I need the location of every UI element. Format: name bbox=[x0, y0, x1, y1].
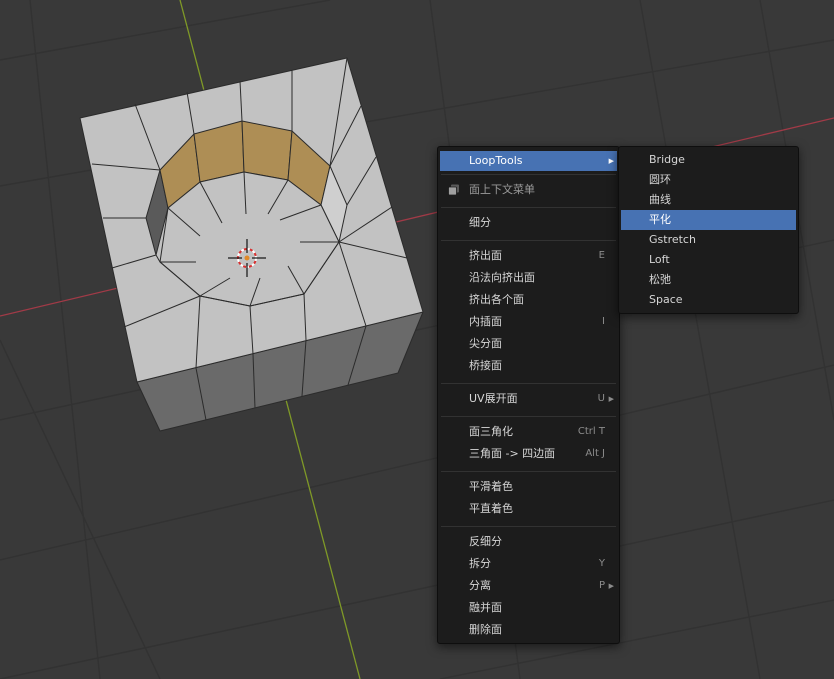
menu-separator bbox=[441, 526, 616, 527]
menu-item-label: LoopTools bbox=[469, 154, 523, 167]
menu-item-dissolve-faces[interactable]: 融并面 bbox=[440, 598, 617, 618]
menu-item-shortcut: U bbox=[597, 393, 605, 404]
menu-item-shade-smooth[interactable]: 平滑着色 bbox=[440, 477, 617, 497]
menu-item-label: 尖分面 bbox=[469, 337, 502, 350]
selected-face bbox=[241, 120, 293, 181]
menu-item-bridge-faces[interactable]: 桥接面 bbox=[440, 356, 617, 376]
looptools-item-circle[interactable]: 圆环 bbox=[621, 170, 796, 190]
face-menu-icon bbox=[448, 184, 459, 196]
looptools-item-relax[interactable]: 松弛 bbox=[621, 270, 796, 290]
submenu-arrow-icon: ▶ bbox=[608, 582, 614, 590]
menu-item-label: Gstretch bbox=[649, 233, 696, 246]
menu-item-label: 三角面 -> 四边面 bbox=[469, 447, 556, 460]
menu-item-extrude-faces[interactable]: 挤出面 E bbox=[440, 246, 617, 266]
menu-header: 面上下文菜单 bbox=[440, 180, 617, 200]
looptools-item-space[interactable]: Space bbox=[621, 290, 796, 310]
menu-item-label: 松弛 bbox=[649, 273, 671, 286]
submenu-arrow-icon: ▶ bbox=[608, 395, 614, 403]
menu-separator bbox=[441, 240, 616, 241]
menu-item-un-subdivide[interactable]: 反细分 bbox=[440, 532, 617, 552]
menu-item-label: 挤出面 bbox=[469, 249, 502, 262]
menu-item-label: Loft bbox=[649, 253, 670, 266]
menu-separator bbox=[441, 416, 616, 417]
menu-item-subdivide[interactable]: 细分 bbox=[440, 213, 617, 233]
menu-item-tris-to-quads[interactable]: 三角面 -> 四边面 Alt J bbox=[440, 444, 617, 464]
face-context-menu: LoopTools ▶ 面上下文菜单 细分 挤出面 E 沿法向挤出面 挤出各个面… bbox=[437, 146, 620, 644]
menu-item-label: 反细分 bbox=[469, 535, 502, 548]
menu-item-label: 删除面 bbox=[469, 623, 502, 636]
looptools-item-flatten[interactable]: 平化 bbox=[621, 210, 796, 230]
menu-item-separate[interactable]: 分离 P ▶ bbox=[440, 576, 617, 596]
menu-item-extrude-individual[interactable]: 挤出各个面 bbox=[440, 290, 617, 310]
menu-item-label: UV展开面 bbox=[469, 392, 518, 405]
looptools-item-bridge[interactable]: Bridge bbox=[621, 150, 796, 170]
menu-item-label: 面三角化 bbox=[469, 425, 513, 438]
menu-item-triangulate[interactable]: 面三角化 Ctrl T bbox=[440, 422, 617, 442]
menu-item-uv-unwrap[interactable]: UV展开面 U ▶ bbox=[440, 389, 617, 409]
menu-item-label: 沿法向挤出面 bbox=[469, 271, 535, 284]
menu-item-label: 桥接面 bbox=[469, 359, 502, 372]
menu-item-label: 融并面 bbox=[469, 601, 502, 614]
looptools-submenu: Bridge 圆环 曲线 平化 Gstretch Loft 松弛 Space bbox=[618, 146, 799, 314]
menu-item-shortcut: I bbox=[602, 316, 605, 327]
menu-separator bbox=[441, 383, 616, 384]
looptools-item-gstretch[interactable]: Gstretch bbox=[621, 230, 796, 250]
menu-item-shortcut: P bbox=[598, 580, 605, 591]
menu-item-label: Space bbox=[649, 293, 683, 306]
menu-item-label: 曲线 bbox=[649, 193, 671, 206]
menu-item-label: 拆分 bbox=[469, 557, 491, 570]
menu-item-shortcut: Y bbox=[598, 558, 605, 569]
menu-item-poke-faces[interactable]: 尖分面 bbox=[440, 334, 617, 354]
menu-item-label: 平直着色 bbox=[469, 502, 513, 515]
menu-item-split[interactable]: 拆分 Y bbox=[440, 554, 617, 574]
menu-item-label: 平化 bbox=[649, 213, 671, 226]
menu-item-label: 挤出各个面 bbox=[469, 293, 524, 306]
menu-item-shortcut: E bbox=[598, 250, 605, 261]
menu-separator bbox=[441, 207, 616, 208]
menu-item-label: 圆环 bbox=[649, 173, 671, 186]
menu-separator bbox=[441, 174, 616, 175]
menu-header-label: 面上下文菜单 bbox=[469, 183, 535, 196]
menu-item-label: 平滑着色 bbox=[469, 480, 513, 493]
menu-item-shortcut: Alt J bbox=[585, 448, 605, 459]
looptools-item-loft[interactable]: Loft bbox=[621, 250, 796, 270]
menu-item-looptools[interactable]: LoopTools ▶ bbox=[440, 151, 617, 171]
menu-item-inset-faces[interactable]: 内插面 I bbox=[440, 312, 617, 332]
3d-viewport[interactable] bbox=[0, 0, 834, 679]
looptools-item-curve[interactable]: 曲线 bbox=[621, 190, 796, 210]
menu-item-extrude-along-normals[interactable]: 沿法向挤出面 bbox=[440, 268, 617, 288]
menu-item-delete-faces[interactable]: 删除面 bbox=[440, 620, 617, 640]
menu-separator bbox=[441, 471, 616, 472]
menu-item-label: 内插面 bbox=[469, 315, 502, 328]
menu-item-label: Bridge bbox=[649, 153, 685, 166]
menu-item-label: 分离 bbox=[469, 579, 491, 592]
menu-item-label: 细分 bbox=[469, 216, 491, 229]
menu-item-shade-flat[interactable]: 平直着色 bbox=[440, 499, 617, 519]
menu-item-shortcut: Ctrl T bbox=[577, 426, 605, 437]
submenu-arrow-icon: ▶ bbox=[608, 157, 614, 165]
